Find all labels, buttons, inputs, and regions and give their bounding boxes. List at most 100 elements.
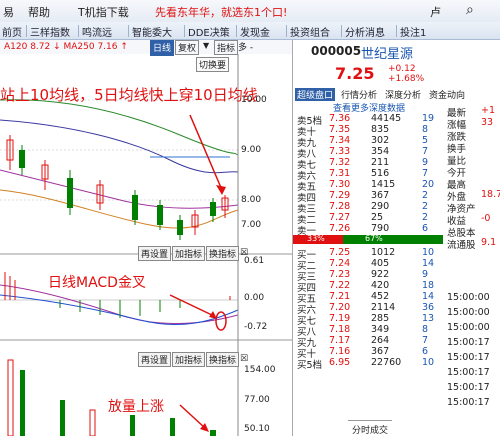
order-volume: 2114 — [371, 302, 396, 313]
search-icon[interactable]: ⌕ — [466, 2, 474, 18]
close-icon-2[interactable]: ☒ — [240, 354, 248, 364]
order-book-row: 卖一 7.26 790 6 — [297, 223, 447, 237]
tab-deep[interactable]: 深度分析 — [385, 88, 421, 101]
order-volume: 22760 — [371, 357, 402, 368]
order-volume: 367 — [371, 346, 390, 357]
nav-item-flow[interactable]: 鸣流远 — [82, 24, 112, 39]
order-count: 13 — [422, 313, 435, 324]
order-book-row: 卖四 7.29 367 2 — [297, 190, 447, 204]
add-indicator-button[interactable]: 加指标 — [172, 246, 206, 261]
order-volume: 1415 — [371, 179, 396, 190]
menu-item-help[interactable]: 帮助 — [28, 4, 50, 20]
annotation-volume: 放量上涨 — [108, 399, 164, 415]
order-volume: 302 — [371, 135, 390, 146]
mode-button[interactable]: 复权 — [175, 40, 200, 55]
axis-label: -0.72 — [244, 322, 268, 332]
order-book-row: 卖七 7.32 211 9 — [297, 157, 447, 171]
order-book-row: 买六 7.20 2114 36 — [297, 302, 447, 316]
stock-code: 000005 — [311, 44, 362, 58]
order-count: 9 — [422, 269, 429, 280]
order-volume: 452 — [371, 291, 390, 302]
order-book-row: 买四 7.22 420 18 — [297, 280, 447, 294]
stock-name: 世纪星源 — [361, 47, 414, 62]
tab-super[interactable]: 超级盘口 — [295, 88, 336, 101]
price-pct: +1.68% — [388, 74, 425, 84]
order-price: 7.21 — [329, 291, 351, 302]
axis-label: 10.00 — [241, 95, 267, 105]
order-count: 7 — [422, 146, 429, 157]
kline-chart[interactable]: A120 8.72 ↓ MA250 7.16 ↑ 日线 复权 ▼ 指标 多 - … — [0, 40, 292, 436]
reset-button-2[interactable]: 再设置 — [138, 352, 172, 367]
order-book-row: 卖二 7.27 25 2 — [297, 212, 447, 226]
trade-time: 15:00:00 — [447, 307, 490, 318]
stat-value: 18.7 — [481, 189, 500, 200]
reset-button[interactable]: 再设置 — [138, 246, 172, 261]
bottom-tab[interactable]: 分时成交 — [348, 420, 393, 438]
order-price: 7.23 — [329, 269, 351, 280]
axis-label: 7.00 — [241, 220, 262, 230]
nav-item-home[interactable]: 前页 — [2, 24, 22, 39]
menu-item-download[interactable]: T机指下载 — [78, 4, 129, 20]
order-count: 8 — [422, 324, 429, 335]
stat-value: 33 — [481, 117, 494, 128]
nav-item-portfolio[interactable]: 投资组合 — [290, 24, 330, 39]
tab-funds[interactable]: 资金动向 — [429, 88, 465, 101]
menu-item-lu[interactable]: 卢 — [430, 4, 441, 20]
nav-item-news[interactable]: 分析消息 — [345, 24, 385, 39]
nav-item-more[interactable]: 投注1 — [400, 24, 426, 39]
order-book-row: 卖九 7.34 302 5 — [297, 135, 447, 149]
order-book-row: 卖三 7.28 290 2 — [297, 201, 447, 215]
menu-item-easy[interactable]: 易 — [3, 4, 14, 20]
axis-label: 77.00 — [244, 395, 270, 405]
promo-banner[interactable]: 先看东年华，就选东1个口! — [155, 4, 287, 20]
trade-time: 15:00:17 — [447, 382, 490, 393]
nav-item-dde[interactable]: DDE决策 — [188, 24, 230, 39]
add-indicator-button-2[interactable]: 加指标 — [172, 352, 206, 367]
order-book-row: 买十 7.16 367 6 — [297, 346, 447, 360]
scale-button[interactable]: 多 - — [238, 40, 253, 53]
stat-value: 9.1 — [481, 237, 497, 248]
top-toolbar: 易 帮助 T机指下载 先看东年华，就选东1个口! 卢 ⌕ — [0, 0, 500, 23]
nav-item-smart[interactable]: 智能委大 — [132, 24, 172, 39]
order-volume: 835 — [371, 124, 390, 135]
order-volume: 349 — [371, 324, 390, 335]
order-count: 19 — [422, 113, 435, 124]
order-price: 7.34 — [329, 135, 351, 146]
order-count: 18 — [422, 280, 435, 291]
order-price: 7.26 — [329, 223, 351, 234]
change-indicator-button[interactable]: 换指标 — [206, 246, 240, 261]
order-count: 5 — [422, 135, 429, 146]
change-indicator-button-2[interactable]: 换指标 — [206, 352, 240, 367]
order-price: 7.17 — [329, 335, 351, 346]
axis-label: 50.10 — [244, 424, 270, 434]
tab-analysis[interactable]: 行情分析 — [341, 88, 377, 101]
ma-legend: A120 8.72 ↓ MA250 7.16 ↑ — [4, 42, 128, 52]
order-book-row: 买五 7.21 452 14 — [297, 291, 447, 305]
order-count: 2 — [422, 190, 429, 201]
order-price: 7.19 — [329, 313, 351, 324]
order-book-row: 买三 7.23 922 9 — [297, 269, 447, 283]
trade-time: 15:00:00 — [447, 292, 490, 303]
order-price: 7.36 — [329, 113, 351, 124]
order-count: 7 — [422, 168, 429, 179]
nav-bar: 前页 三样指数 鸣流远 智能委大 DDE决策 发现金 投资组合 分析消息 投注1 — [0, 22, 500, 40]
order-price: 7.32 — [329, 157, 351, 168]
order-volume: 367 — [371, 190, 390, 201]
order-volume: 285 — [371, 313, 390, 324]
dropdown-icon[interactable]: ▼ — [203, 41, 209, 50]
order-price: 7.16 — [329, 346, 351, 357]
nav-item-cash[interactable]: 发现金 — [240, 24, 270, 39]
last-price: 7.25 — [335, 64, 375, 83]
order-book-row: 卖八 7.33 354 7 — [297, 146, 447, 160]
nav-item-index[interactable]: 三样指数 — [30, 24, 70, 39]
order-price: 7.35 — [329, 124, 351, 135]
order-book-row: 卖五 7.30 1415 20 — [297, 179, 447, 193]
axis-label: 154.00 — [244, 365, 276, 375]
order-price: 7.33 — [329, 146, 351, 157]
trade-time: 15:00:17 — [447, 397, 490, 408]
period-button[interactable]: 日线 — [150, 40, 175, 56]
order-count: 2 — [422, 201, 429, 212]
switch-button[interactable]: 切换要 — [196, 57, 230, 72]
trade-time: 15:00:00 — [447, 322, 490, 333]
indicator-button[interactable]: 指标 — [214, 40, 239, 55]
